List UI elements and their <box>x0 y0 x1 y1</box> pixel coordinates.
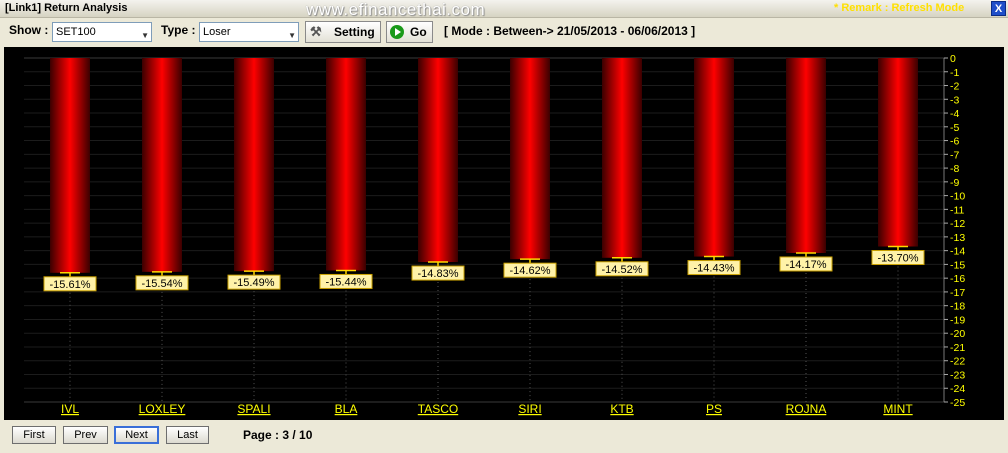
page-indicator: Page : 3 / 10 <box>243 428 313 442</box>
setting-button-label: Setting <box>334 25 375 39</box>
y-tick-label: -1 <box>950 67 959 79</box>
y-tick-label: -5 <box>950 122 959 134</box>
data-label: -14.52% <box>602 264 643 276</box>
y-tick-label: -21 <box>950 342 965 354</box>
remark-text: * Remark : Refresh Mode <box>834 2 965 14</box>
y-tick-label: -10 <box>950 191 965 203</box>
go-button[interactable]: Go <box>386 21 433 43</box>
return-chart: -15.61% -15.54% -15.49% -15.44% -14.83% -14.6… <box>24 53 965 416</box>
prev-page-button[interactable]: Prev <box>63 426 108 444</box>
y-tick-label: -17 <box>950 287 965 299</box>
data-label: -15.61% <box>50 279 91 291</box>
bar <box>878 58 918 247</box>
data-label: -14.17% <box>786 259 827 271</box>
bar <box>510 58 550 260</box>
x-tick-label[interactable]: IVL <box>61 402 79 416</box>
y-tick-label: -19 <box>950 314 965 326</box>
next-page-button[interactable]: Next <box>114 426 159 444</box>
x-tick-label[interactable]: KTB <box>610 402 633 416</box>
y-tick-label: -4 <box>950 108 959 120</box>
data-label: -15.49% <box>234 277 275 289</box>
bar <box>326 58 366 271</box>
y-tick-label: -8 <box>950 163 959 175</box>
y-tick-label: -25 <box>950 397 965 409</box>
bar <box>418 58 458 263</box>
x-tick-label[interactable]: MINT <box>883 402 913 416</box>
chevron-down-icon: ▼ <box>288 31 296 40</box>
y-tick-label: -9 <box>950 177 959 189</box>
y-tick-label: -15 <box>950 259 965 271</box>
y-tick-label: 0 <box>950 53 956 65</box>
x-tick-label[interactable]: TASCO <box>418 402 458 416</box>
show-select[interactable]: SET100 ▼ <box>52 22 152 42</box>
chart-area: -15.61% -15.54% -15.49% -15.44% -14.83% -14.6… <box>4 47 1004 420</box>
y-tick-label: -12 <box>950 218 965 230</box>
type-select[interactable]: Loser ▼ <box>199 22 299 42</box>
bar <box>234 58 274 272</box>
bar <box>786 58 826 253</box>
x-tick-label[interactable]: SPALI <box>237 402 270 416</box>
bar <box>142 58 182 272</box>
title-bar: [Link1] Return Analysis www.efinancethai… <box>0 0 1008 19</box>
show-select-value: SET100 <box>56 26 96 38</box>
first-page-button[interactable]: First <box>12 426 56 444</box>
data-label: -14.62% <box>510 265 551 277</box>
y-tick-label: -6 <box>950 136 959 148</box>
go-button-label: Go <box>410 25 427 39</box>
y-tick-label: -16 <box>950 273 965 285</box>
close-button[interactable]: X <box>991 1 1006 16</box>
y-tick-label: -23 <box>950 369 965 381</box>
x-tick-label[interactable]: SIRI <box>518 402 541 416</box>
type-label: Type : <box>161 23 196 37</box>
x-tick-label[interactable]: BLA <box>335 402 358 416</box>
chevron-down-icon: ▼ <box>141 31 149 40</box>
y-tick-label: -20 <box>950 328 965 340</box>
bar <box>694 58 734 257</box>
y-tick-label: -14 <box>950 246 965 258</box>
data-label: -14.43% <box>694 263 735 275</box>
bar <box>50 58 90 273</box>
last-page-button[interactable]: Last <box>166 426 209 444</box>
show-label: Show : <box>9 23 49 37</box>
y-tick-label: -24 <box>950 383 965 395</box>
setting-button[interactable]: ⚒ Setting <box>305 21 381 43</box>
x-tick-label[interactable]: PS <box>706 402 722 416</box>
y-tick-label: -18 <box>950 301 965 313</box>
watermark: www.efinancethai.com <box>306 0 486 19</box>
y-tick-label: -3 <box>950 94 959 106</box>
mode-text: [ Mode : Between-> 21/05/2013 - 06/06/20… <box>444 24 696 38</box>
x-tick-label[interactable]: LOXLEY <box>139 402 186 416</box>
bar <box>602 58 642 258</box>
data-label: -14.83% <box>418 268 459 280</box>
y-tick-label: -2 <box>950 81 959 93</box>
pagination-bar: First Prev Next Last Page : 3 / 10 <box>0 421 1008 453</box>
data-label: -15.54% <box>142 278 183 290</box>
y-tick-label: -11 <box>950 204 965 216</box>
play-icon <box>390 25 404 39</box>
data-label: -13.70% <box>878 253 919 265</box>
window-title: [Link1] Return Analysis <box>5 2 128 14</box>
data-label: -15.44% <box>326 276 367 288</box>
y-tick-label: -7 <box>950 149 959 161</box>
y-tick-label: -22 <box>950 356 965 368</box>
x-tick-label[interactable]: ROJNA <box>786 402 827 416</box>
tools-icon: ⚒ <box>310 24 322 39</box>
type-select-value: Loser <box>203 26 231 38</box>
y-tick-label: -13 <box>950 232 965 244</box>
